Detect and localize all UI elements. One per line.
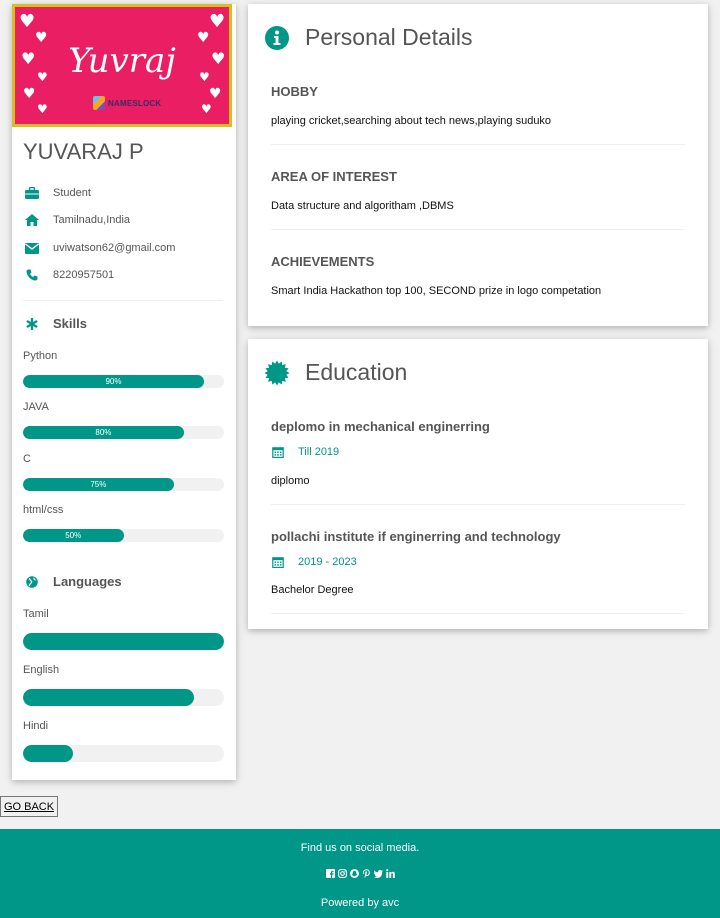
person-name: YUVARAJ P	[23, 139, 144, 164]
achievements-heading: ACHIEVEMENTS	[271, 254, 375, 269]
twitter-icon[interactable]	[373, 869, 383, 878]
languages-title: Languages	[53, 574, 122, 589]
footer-powered-text: Powered by avc	[320, 897, 400, 909]
language-label: Tamil	[23, 608, 49, 620]
linkedin-icon[interactable]	[385, 869, 395, 878]
personal-details-heading: Personal Details	[264, 24, 472, 51]
education-title: Education	[305, 359, 408, 385]
certificate-icon	[264, 360, 290, 386]
envelope-icon	[24, 242, 40, 254]
languages-heading: Languages	[24, 574, 122, 589]
skill-bar: 80%	[23, 426, 224, 439]
footer-find-text: Find us on social media.	[300, 842, 420, 854]
occupation-text: Student	[53, 187, 91, 199]
hobby-text: playing cricket,searching about tech new…	[271, 115, 552, 127]
divider	[23, 300, 223, 301]
language-label: Hindi	[23, 720, 49, 732]
location-text: Tamilnadu,India	[53, 214, 131, 226]
skill-label: Python	[23, 350, 58, 362]
skill-bar-fill: 50%	[23, 529, 124, 542]
asterisk-icon	[24, 317, 40, 331]
divider	[271, 613, 685, 614]
language-bar-fill	[23, 689, 194, 706]
personal-details-title: Personal Details	[305, 24, 473, 50]
education-period-row: 2019 - 2023	[271, 556, 357, 568]
skill-bar: 90%	[23, 375, 224, 388]
home-icon	[24, 214, 40, 226]
interest-text: Data structure and algoritham ,DBMS	[271, 200, 454, 212]
skill-label: html/css	[23, 504, 64, 516]
occupation-row: Student	[24, 187, 91, 199]
skill-bar: 50%	[23, 529, 224, 542]
heart-icon: ♥	[23, 86, 36, 102]
facebook-icon[interactable]	[325, 869, 335, 878]
education-period: Till 2019	[298, 446, 340, 458]
skill-bar-fill: 75%	[23, 478, 174, 491]
snapchat-icon[interactable]	[349, 869, 359, 878]
divider	[271, 144, 685, 145]
calendar-icon	[271, 556, 285, 568]
education-period: 2019 - 2023	[298, 556, 357, 568]
briefcase-icon	[24, 187, 40, 199]
pinterest-icon[interactable]	[362, 869, 371, 878]
language-bar-fill	[23, 633, 224, 650]
location-row: Tamilnadu,India	[24, 214, 130, 226]
education-institution: deplomo in mechanical enginerring	[271, 419, 490, 434]
skill-bar-fill: 90%	[23, 375, 204, 388]
education-degree: Bachelor Degree	[271, 584, 354, 596]
language-bar	[23, 745, 224, 762]
logo-mark	[93, 96, 105, 110]
skill-label: C	[23, 453, 31, 465]
globe-icon	[24, 575, 40, 589]
interest-heading: AREA OF INTEREST	[271, 169, 397, 184]
education-degree: diplomo	[271, 475, 310, 487]
skills-title: Skills	[53, 316, 87, 331]
language-label: English	[23, 664, 60, 676]
calendar-icon	[271, 446, 285, 458]
email-text[interactable]: uviwatson62@gmail.com	[53, 242, 175, 254]
banner-name: Yuvraj	[68, 41, 176, 81]
social-links	[0, 869, 720, 878]
heart-icon: ♥	[209, 11, 226, 32]
education-heading: Education	[264, 359, 407, 386]
profile-banner: ♥ ♥ ♥ ♥ ♥ ♥ ♥ ♥ ♥ ♥ ♥ ♥ Yuvraj NAMESLOCK	[12, 4, 232, 127]
skill-label: JAVA	[23, 401, 49, 413]
divider	[271, 504, 685, 505]
skill-bar-fill: 80%	[23, 426, 184, 439]
language-bar	[23, 689, 224, 706]
skill-bar: 75%	[23, 478, 224, 491]
education-institution: pollachi institute if enginerring and te…	[271, 529, 561, 544]
heart-icon: ♥	[201, 102, 212, 116]
skills-heading: Skills	[24, 316, 87, 331]
info-icon	[264, 25, 290, 51]
divider	[271, 229, 685, 230]
banner-logo-text: NAMESLOCK	[108, 98, 162, 108]
email-row: uviwatson62@gmail.com	[24, 242, 175, 254]
heart-icon: ♥	[19, 11, 36, 32]
education-period-row: Till 2019	[271, 446, 339, 458]
go-back-button[interactable]: GO BACK	[0, 796, 58, 817]
footer: Find us on social media. Powered by avc	[0, 829, 720, 918]
language-bar	[23, 633, 224, 650]
phone-row: 8220957501	[24, 269, 114, 281]
profile-card: ♥ ♥ ♥ ♥ ♥ ♥ ♥ ♥ ♥ ♥ ♥ ♥ Yuvraj NAMESLOCK…	[12, 4, 236, 780]
heart-icon: ♥	[209, 86, 222, 102]
banner-logo: NAMESLOCK	[93, 95, 161, 111]
personal-details-card: Personal Details HOBBY playing cricket,s…	[248, 4, 708, 326]
phone-text: 8220957501	[53, 269, 115, 281]
language-bar-fill	[23, 745, 74, 762]
hobby-heading: HOBBY	[271, 84, 318, 99]
achievements-text: Smart India Hackathon top 100, SECOND pr…	[271, 285, 602, 297]
instagram-icon[interactable]	[337, 869, 347, 878]
education-card: Education deplomo in mechanical enginerr…	[248, 339, 708, 629]
heart-icon: ♥	[37, 102, 48, 116]
phone-icon	[24, 269, 40, 281]
